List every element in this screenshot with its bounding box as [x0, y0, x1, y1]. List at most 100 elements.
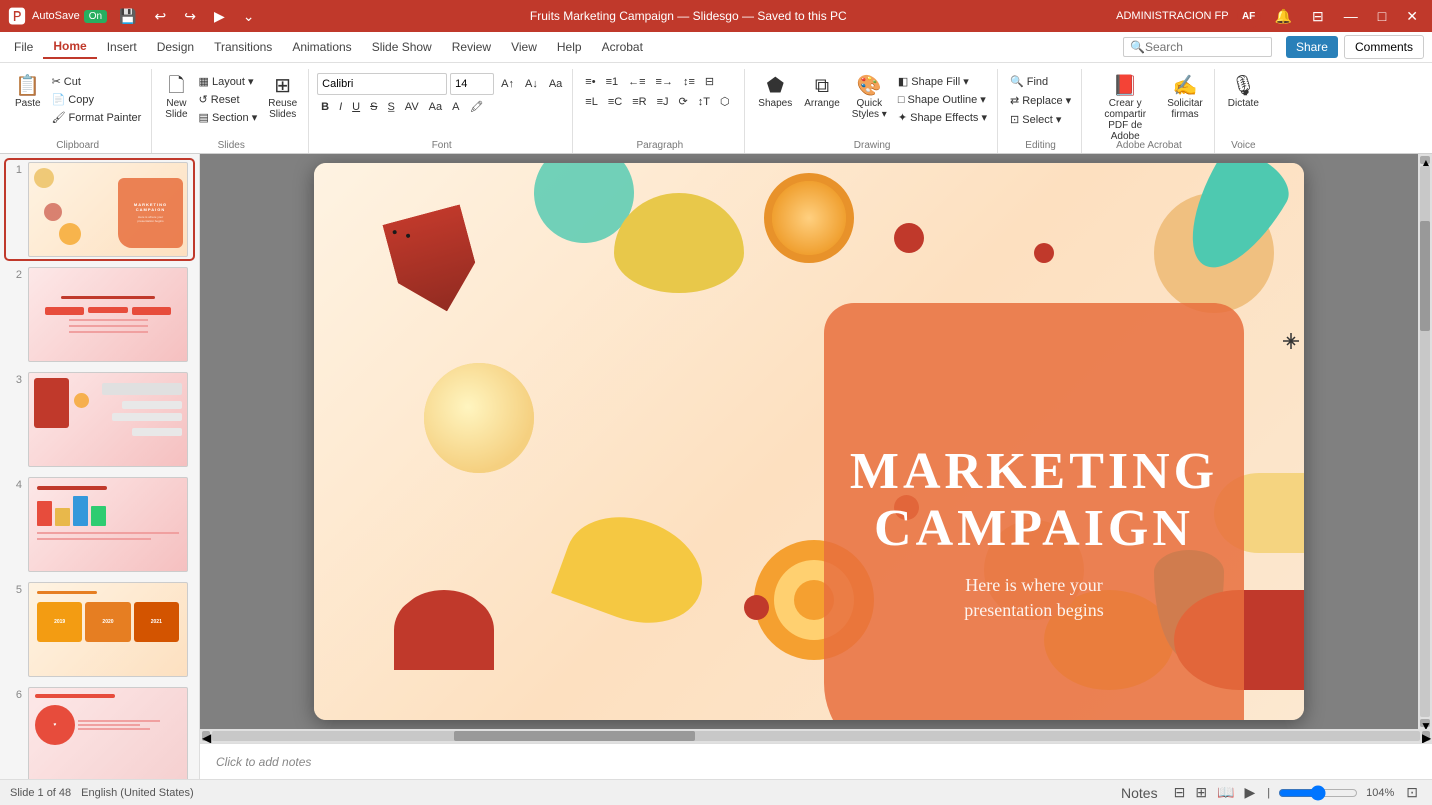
columns-button[interactable]: ⊟: [701, 73, 718, 90]
customize-quick-access[interactable]: ⌄: [237, 6, 261, 27]
align-text-button[interactable]: ↕T: [694, 93, 714, 110]
slide-sorter-button[interactable]: ⊞: [1191, 783, 1211, 802]
hscroll-thumb[interactable]: [454, 731, 696, 741]
hscroll-left-arrow[interactable]: ◀: [202, 731, 210, 741]
scroll-track[interactable]: [1420, 166, 1430, 717]
arrange-button[interactable]: ⧉ Arrange: [799, 73, 845, 112]
new-slide-button[interactable]: 🗋 NewSlide: [160, 73, 192, 123]
present-button[interactable]: ▶: [208, 6, 231, 27]
section-button[interactable]: ▤ Section ▾: [195, 109, 262, 126]
font-size-input[interactable]: [450, 73, 494, 95]
shadow-button[interactable]: S̲: [383, 99, 398, 115]
bold-button[interactable]: B: [317, 99, 333, 115]
tab-review[interactable]: Review: [442, 36, 501, 58]
slide-thumbnail-4[interactable]: 4: [6, 475, 193, 574]
align-left-button[interactable]: ≡L: [581, 93, 602, 110]
numbering-button[interactable]: ≡1: [602, 73, 623, 90]
slide-canvas[interactable]: MARKETING CAMPAIGN Here is where yourpre…: [314, 163, 1304, 720]
tab-insert[interactable]: Insert: [97, 36, 147, 58]
zoom-slider[interactable]: [1278, 785, 1358, 801]
tab-view[interactable]: View: [501, 36, 547, 58]
replace-button[interactable]: ⇄ Replace ▾: [1006, 92, 1075, 109]
horizontal-scrollbar[interactable]: ◀ ▶: [200, 729, 1432, 743]
tab-home[interactable]: Home: [43, 35, 96, 59]
comments-button[interactable]: Comments: [1344, 35, 1424, 59]
reset-button[interactable]: ↺ Reset: [195, 91, 262, 108]
redo-button[interactable]: ↪: [178, 6, 202, 27]
shapes-button[interactable]: ⬟ Shapes: [753, 73, 797, 112]
quick-styles-button[interactable]: 🎨 QuickStyles ▾: [847, 73, 892, 123]
notification-button[interactable]: 🔔: [1269, 6, 1298, 27]
tab-transitions[interactable]: Transitions: [204, 36, 282, 58]
change-case-button[interactable]: Aa: [425, 99, 446, 115]
text-direction-button[interactable]: ⟳: [675, 93, 692, 110]
undo-button[interactable]: ↩: [148, 6, 172, 27]
slide-thumbnail-5[interactable]: 5 2019 2020 2021: [6, 580, 193, 679]
tab-help[interactable]: Help: [547, 36, 592, 58]
underline-button[interactable]: U: [348, 99, 364, 115]
close-button[interactable]: ✕: [1400, 6, 1424, 27]
strikethrough-button[interactable]: S: [366, 99, 381, 115]
create-pdf-button[interactable]: 📕 Crear y compartir PDF de Adobe: [1090, 73, 1160, 145]
slide-show-view-button[interactable]: ▶: [1240, 783, 1259, 802]
notes-bar[interactable]: Click to add notes: [200, 743, 1432, 779]
shape-outline-button[interactable]: □ Shape Outline ▾: [894, 91, 991, 108]
bullets-button[interactable]: ≡•: [581, 73, 599, 90]
select-button[interactable]: ⊡ Select ▾: [1006, 111, 1065, 128]
slide-panel[interactable]: 1 MARKETINGCAMPAIGN Here is where yourpr…: [0, 154, 200, 779]
request-signatures-button[interactable]: ✍ Solicitarfirmas: [1162, 73, 1208, 123]
tab-file[interactable]: File: [4, 36, 43, 58]
layout-button[interactable]: ▦ Layout ▾: [195, 73, 262, 90]
tab-design[interactable]: Design: [147, 36, 204, 58]
share-button[interactable]: Share: [1286, 36, 1338, 58]
slide-thumbnail-1[interactable]: 1 MARKETINGCAMPAIGN Here is where yourpr…: [6, 160, 193, 259]
line-spacing-button[interactable]: ↕≡: [679, 73, 699, 90]
italic-button[interactable]: I: [335, 99, 346, 115]
search-box[interactable]: 🔍: [1123, 37, 1272, 57]
hscroll-track[interactable]: [212, 731, 1420, 741]
reading-view-button[interactable]: 📖: [1213, 783, 1238, 802]
vertical-scrollbar[interactable]: ▲ ▼: [1418, 154, 1432, 729]
align-right-button[interactable]: ≡R: [628, 93, 650, 110]
slide-thumbnail-2[interactable]: 2: [6, 265, 193, 364]
find-button[interactable]: 🔍 Find: [1006, 73, 1052, 90]
user-avatar[interactable]: AF: [1237, 4, 1261, 28]
highlight-button[interactable]: 🖍: [465, 98, 487, 115]
justify-button[interactable]: ≡J: [653, 93, 673, 110]
font-name-input[interactable]: [317, 73, 447, 95]
dictate-button[interactable]: 🎙 Dictate: [1223, 73, 1264, 112]
tab-slideshow[interactable]: Slide Show: [362, 36, 442, 58]
scroll-up-arrow[interactable]: ▲: [1420, 156, 1430, 164]
tab-animations[interactable]: Animations: [282, 36, 361, 58]
canvas-scroll[interactable]: MARKETING CAMPAIGN Here is where yourpre…: [200, 154, 1418, 729]
minimize-button[interactable]: —: [1338, 6, 1364, 26]
smartart-button[interactable]: ⬡: [716, 93, 734, 110]
increase-indent-button[interactable]: ≡→: [652, 73, 677, 90]
slide-thumbnail-3[interactable]: 3: [6, 370, 193, 469]
shape-fill-button[interactable]: ◧ Shape Fill ▾: [894, 73, 991, 90]
fit-to-window-button[interactable]: ⊡: [1402, 783, 1422, 802]
decrease-font-button[interactable]: A↓: [521, 76, 542, 92]
normal-view-button[interactable]: ⊟: [1170, 783, 1190, 802]
hscroll-right-arrow[interactable]: ▶: [1422, 731, 1430, 741]
reuse-slides-button[interactable]: ⊞ ReuseSlides: [263, 73, 302, 123]
increase-font-button[interactable]: A↑: [497, 76, 518, 92]
paste-button[interactable]: 📋 Paste: [10, 73, 46, 112]
decrease-indent-button[interactable]: ←≡: [624, 73, 649, 90]
scroll-thumb[interactable]: [1420, 221, 1430, 331]
cut-button[interactable]: ✂ Cut: [48, 73, 146, 90]
save-button[interactable]: 💾: [113, 6, 142, 27]
maximize-button[interactable]: □: [1372, 6, 1392, 26]
format-painter-button[interactable]: 🖌 Format Painter: [48, 109, 146, 126]
shape-effects-button[interactable]: ✦ Shape Effects ▾: [894, 109, 991, 126]
ribbon-display-options[interactable]: ⊟: [1306, 6, 1330, 27]
slide-thumbnail-6[interactable]: 6 ♥: [6, 685, 193, 779]
font-color-button[interactable]: A: [448, 99, 463, 115]
slide-title-box[interactable]: MARKETING CAMPAIGN Here is where yourpre…: [824, 303, 1244, 720]
copy-button[interactable]: 📄 Copy: [48, 91, 146, 108]
clear-format-button[interactable]: Aa: [545, 76, 566, 92]
align-center-button[interactable]: ≡C: [604, 93, 626, 110]
char-spacing-button[interactable]: AV: [401, 99, 423, 115]
scroll-down-arrow[interactable]: ▼: [1420, 719, 1430, 727]
search-input[interactable]: [1145, 40, 1265, 54]
